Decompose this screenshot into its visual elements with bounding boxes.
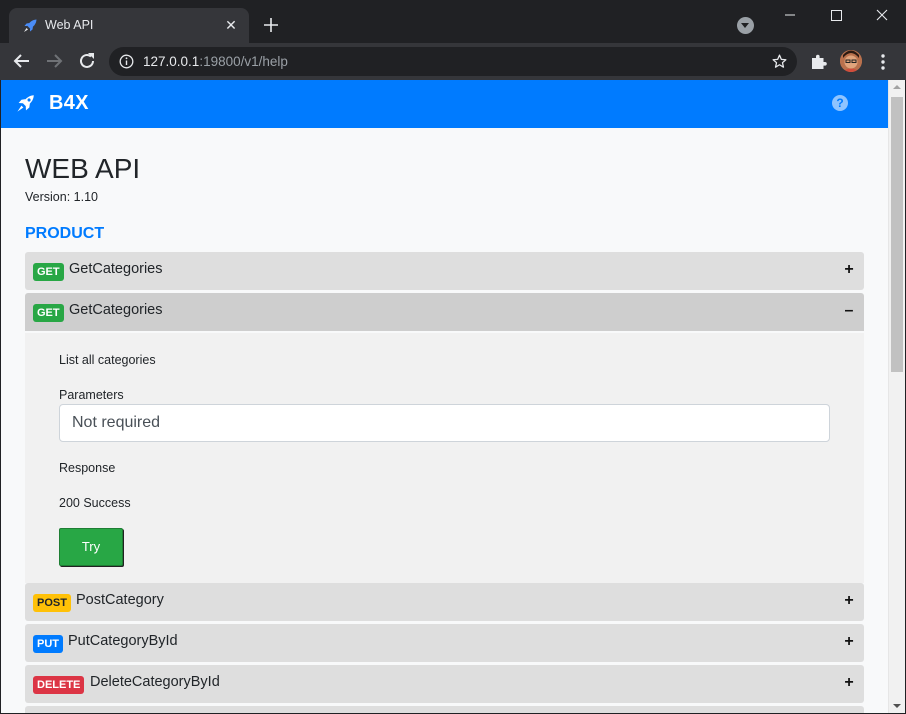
rocket-icon: [17, 95, 34, 112]
endpoint-header-postcategory[interactable]: POST PostCategory +: [25, 583, 864, 621]
tab-close-icon[interactable]: ✕: [221, 15, 241, 35]
url-path: :19800/v1/help: [199, 54, 288, 69]
method-badge-put: PUT: [33, 635, 63, 653]
avatar-face-icon: [840, 50, 862, 72]
method-badge-post: POST: [33, 594, 71, 612]
scroll-up-arrow-icon[interactable]: [893, 85, 901, 89]
endpoint-header-deletecategorybyid[interactable]: DELETE DeleteCategoryById +: [25, 665, 864, 703]
page-viewport: B4X ? WEB API Version: 1.10 PRODUCT GET …: [1, 80, 905, 713]
reload-icon[interactable]: [75, 49, 99, 73]
scroll-down-arrow-icon[interactable]: [893, 704, 901, 708]
response-label: Response: [59, 461, 116, 475]
site-info-icon[interactable]: [119, 54, 134, 69]
minimize-icon[interactable]: [767, 0, 813, 30]
app-navbar: B4X ?: [1, 80, 888, 128]
parameters-value: Not required: [72, 414, 161, 431]
endpoint-header-getcategories[interactable]: GET GetCategories +: [25, 252, 864, 290]
section-heading: PRODUCT: [25, 225, 105, 242]
expand-icon[interactable]: +: [842, 673, 856, 693]
response-value: 200 Success: [59, 496, 131, 510]
endpoint-name: GetCategories: [69, 261, 163, 277]
browser-tab[interactable]: Web API ✕: [9, 8, 249, 43]
method-badge-get: GET: [33, 304, 64, 322]
help-icon[interactable]: ?: [832, 95, 848, 111]
method-badge-get: GET: [33, 263, 64, 281]
parameters-field[interactable]: Not required: [59, 404, 830, 442]
expand-icon[interactable]: +: [842, 632, 856, 652]
try-button[interactable]: Try: [59, 528, 123, 566]
bookmark-star-icon[interactable]: [771, 53, 788, 70]
endpoint-header-putcategorybyid[interactable]: PUT PutCategoryById +: [25, 624, 864, 662]
expand-icon[interactable]: +: [842, 260, 856, 280]
maximize-icon[interactable]: [813, 0, 859, 30]
window-close-icon[interactable]: [859, 0, 905, 30]
vertical-scrollbar[interactable]: [888, 80, 905, 713]
address-bar[interactable]: 127.0.0.1:19800/v1/help: [109, 47, 797, 76]
endpoint-detail-panel: List all categories Parameters Not requi…: [25, 333, 864, 583]
forward-arrow-icon[interactable]: [42, 49, 66, 73]
rocket-favicon-icon: [24, 19, 37, 32]
endpoint-description: List all categories: [59, 353, 156, 367]
endpoint-name: PutCategoryById: [68, 633, 178, 649]
endpoint-name: DeleteCategoryById: [90, 674, 220, 690]
new-tab-icon[interactable]: [260, 14, 282, 36]
api-version: Version: 1.10: [25, 190, 98, 204]
collapse-icon[interactable]: –: [842, 301, 856, 321]
extensions-puzzle-icon[interactable]: [810, 53, 828, 71]
tab-search-icon[interactable]: [737, 17, 754, 34]
back-arrow-icon[interactable]: [10, 49, 34, 73]
tab-title: Web API: [45, 18, 94, 32]
page-title: WEB API: [25, 153, 141, 184]
method-badge-delete: DELETE: [33, 676, 85, 694]
url-host: 127.0.0.1: [143, 54, 200, 69]
profile-avatar[interactable]: [840, 50, 862, 72]
endpoint-name: PostCategory: [76, 592, 164, 608]
scroll-thumb[interactable]: [891, 97, 903, 372]
endpoint-header-partial[interactable]: [25, 706, 864, 713]
url-text[interactable]: 127.0.0.1:19800/v1/help: [143, 54, 288, 69]
browser-menu-icon[interactable]: [875, 53, 891, 71]
brand-name[interactable]: B4X: [49, 92, 89, 115]
endpoint-name: GetCategories: [69, 302, 163, 318]
parameters-label: Parameters: [59, 388, 124, 402]
endpoint-header-getcategories-expanded[interactable]: GET GetCategories –: [25, 293, 864, 331]
browser-toolbar: 127.0.0.1:19800/v1/help: [0, 43, 906, 80]
expand-icon[interactable]: +: [842, 591, 856, 611]
browser-titlebar: Web API ✕: [0, 0, 906, 43]
